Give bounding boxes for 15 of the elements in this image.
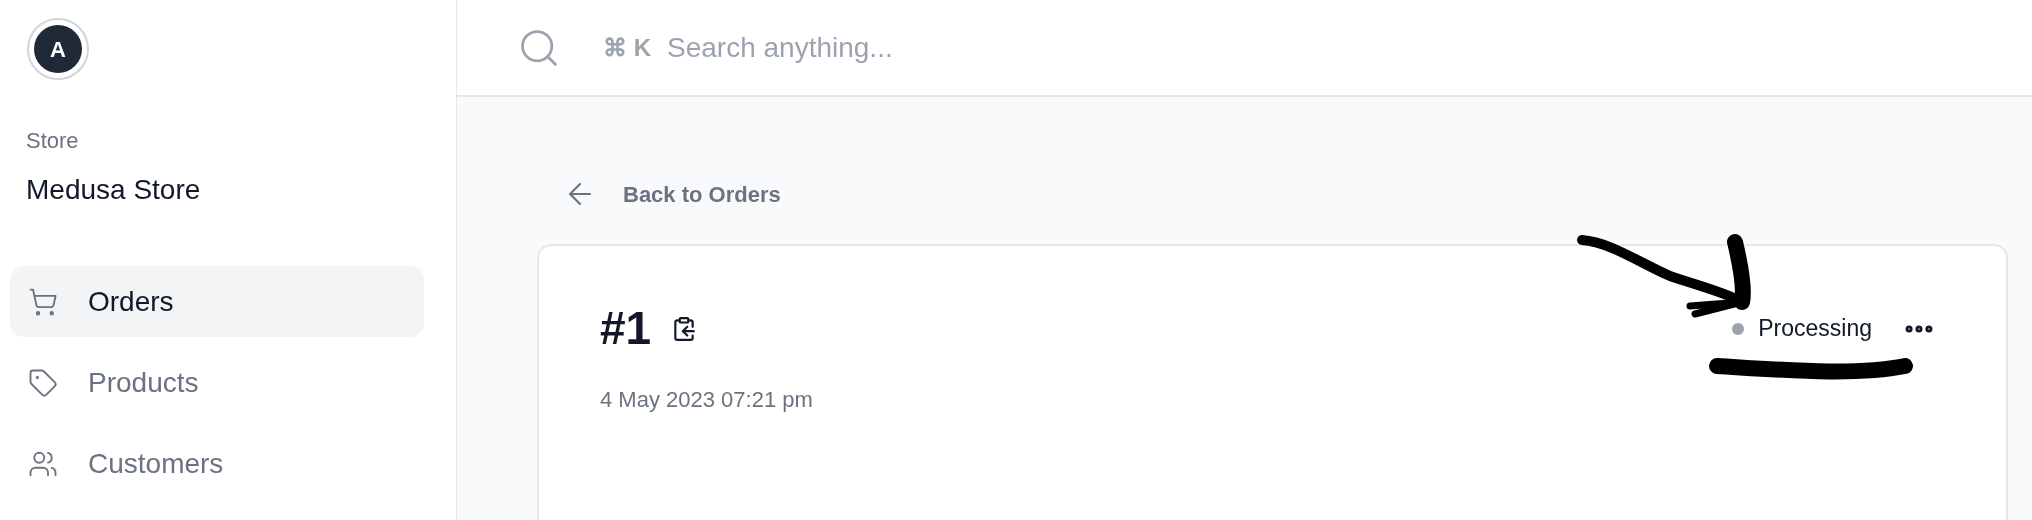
search-field[interactable]: Search anything...: [667, 26, 1203, 69]
status-label: Processing: [1758, 314, 1872, 344]
cart-icon: [28, 286, 58, 317]
shortcut-hint: ⌘ K: [603, 32, 651, 63]
store-name: Medusa Store: [26, 173, 201, 207]
order-date: 4 May 2023 07:21 pm: [600, 386, 814, 414]
copy-icon[interactable]: [671, 315, 698, 342]
sidebar-item[interactable]: Customers: [10, 428, 424, 499]
avatar[interactable]: A: [27, 18, 89, 80]
store-label: Store: [26, 127, 79, 155]
order-number: #1: [600, 301, 652, 356]
sidebar-item[interactable]: Orders: [10, 266, 424, 337]
sidebar-item[interactable]: Products: [10, 347, 424, 418]
back-link[interactable]: Back to Orders: [537, 177, 781, 211]
tag-icon: [28, 367, 58, 398]
